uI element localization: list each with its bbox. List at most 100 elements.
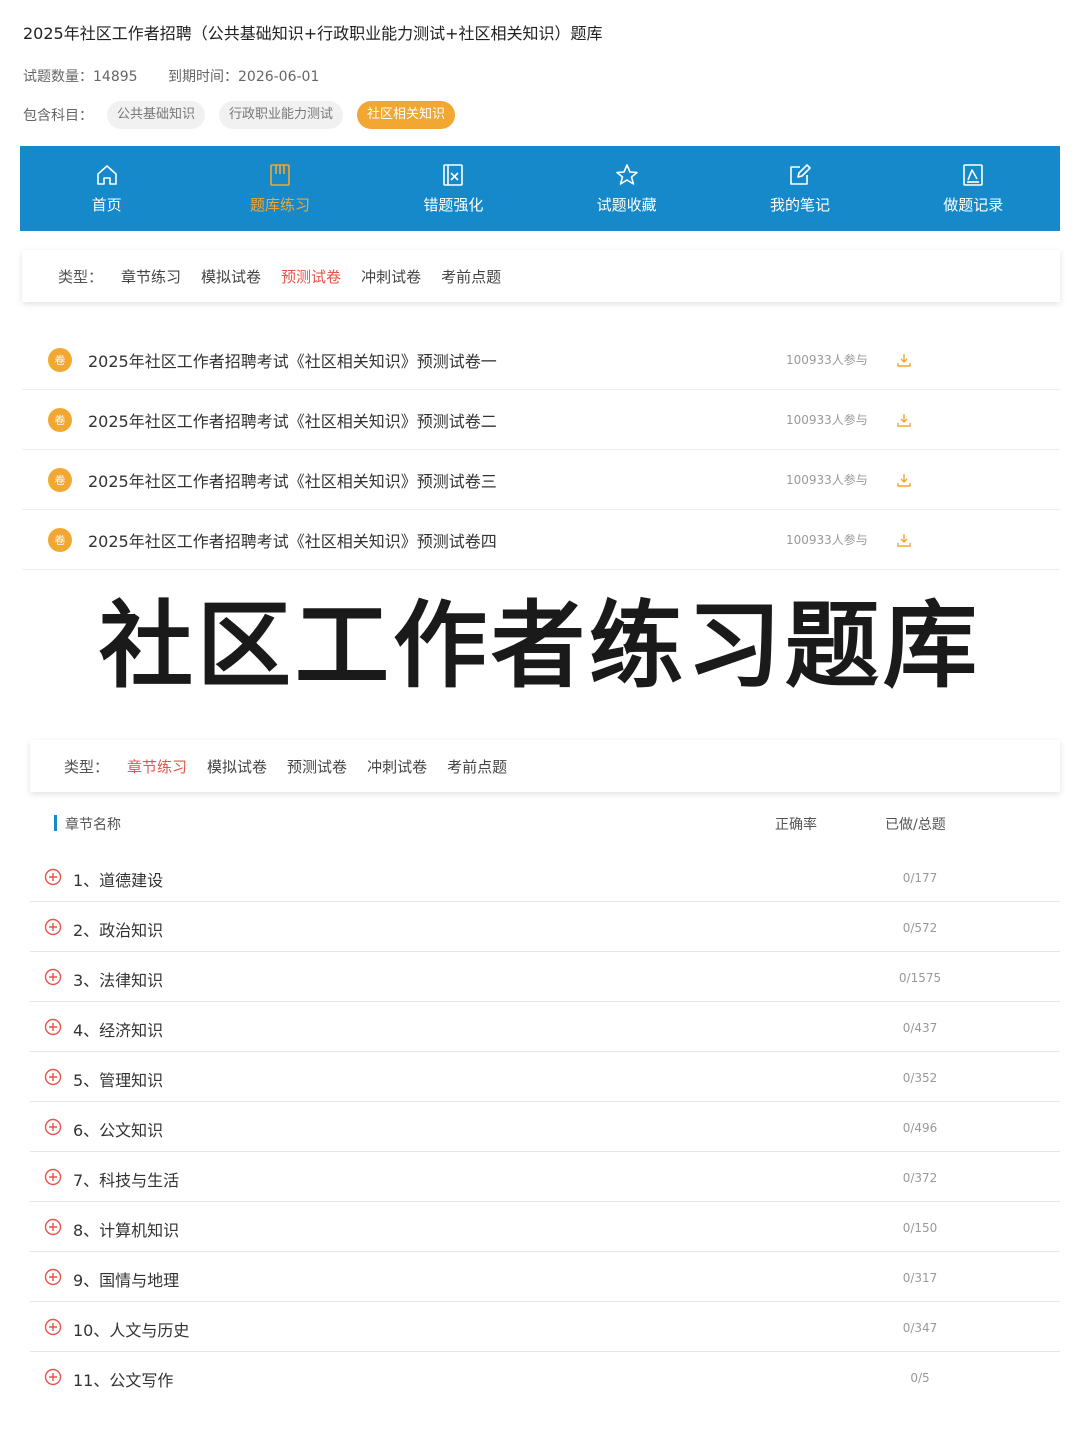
- expand-plus-icon[interactable]: [44, 1218, 62, 1236]
- filter-chapter-practice[interactable]: 章节练习: [127, 756, 187, 777]
- expand-plus-icon[interactable]: [44, 868, 62, 886]
- chapter-name[interactable]: 3、法律知识: [73, 967, 163, 991]
- list-item[interactable]: 卷 2025年社区工作者招聘考试《社区相关知识》预测试卷一 100933人参与: [22, 330, 1060, 390]
- expand-plus-icon[interactable]: [44, 1318, 62, 1336]
- filter-mock-exam[interactable]: 模拟试卷: [207, 756, 267, 777]
- participant-count: 100933人参与: [786, 473, 868, 487]
- table-row[interactable]: 6、公文知识 0/496: [30, 1102, 1060, 1152]
- chapter-progress: 0/372: [902, 1171, 938, 1185]
- table-row[interactable]: 4、经济知识 0/437: [30, 1002, 1060, 1052]
- paper-title[interactable]: 2025年社区工作者招聘考试《社区相关知识》预测试卷一: [88, 348, 497, 372]
- chapter-table-header: 章节名称 正确率 已做/总题: [30, 808, 1060, 838]
- list-item[interactable]: 卷 2025年社区工作者招聘考试《社区相关知识》预测试卷四 100933人参与: [22, 510, 1060, 570]
- book-icon: [270, 164, 290, 186]
- download-icon[interactable]: [896, 532, 912, 548]
- nav-wrong-questions-label: 错题强化: [423, 196, 484, 214]
- subject-chip-community-knowledge[interactable]: 社区相关知识: [357, 101, 456, 129]
- list-item[interactable]: 卷 2025年社区工作者招聘考试《社区相关知识》预测试卷二 100933人参与: [22, 390, 1060, 450]
- expand-plus-icon[interactable]: [44, 1068, 62, 1086]
- filter-key-points[interactable]: 考前点题: [441, 266, 501, 287]
- type-filter-top: 类型： 章节练习 模拟试卷 预测试卷 冲刺试卷 考前点题: [22, 250, 1060, 302]
- filter-mock-exam[interactable]: 模拟试卷: [201, 266, 261, 287]
- filter-key-points[interactable]: 考前点题: [447, 756, 507, 777]
- page-title: 2025年社区工作者招聘（公共基础知识+行政职业能力测试+社区相关知识）题库: [23, 24, 603, 43]
- paper-title[interactable]: 2025年社区工作者招聘考试《社区相关知识》预测试卷三: [88, 468, 497, 492]
- table-row[interactable]: 11、公文写作 0/5: [30, 1352, 1060, 1402]
- type-filter-label: 类型：: [58, 267, 104, 286]
- participant-count: 100933人参与: [786, 413, 868, 427]
- chapter-progress: 0/150: [902, 1221, 938, 1235]
- filter-sprint-exam[interactable]: 冲刺试卷: [367, 756, 427, 777]
- subjects-row: 包含科目： 公共基础知识 行政职业能力测试 社区相关知识: [23, 100, 456, 130]
- table-row[interactable]: 10、人文与历史 0/347: [30, 1302, 1060, 1352]
- type-filter-label: 类型：: [64, 757, 110, 776]
- chapter-name[interactable]: 2、政治知识: [73, 917, 163, 941]
- filter-predict-exam[interactable]: 预测试卷: [287, 756, 347, 777]
- paper-list: 卷 2025年社区工作者招聘考试《社区相关知识》预测试卷一 100933人参与 …: [22, 330, 1060, 570]
- table-row[interactable]: 8、计算机知识 0/150: [30, 1202, 1060, 1252]
- chapter-name[interactable]: 10、人文与历史: [73, 1317, 189, 1341]
- star-icon: [615, 164, 638, 185]
- bank-meta: 试题数量：14895 到期时间：2026-06-01: [23, 66, 345, 86]
- paper-title[interactable]: 2025年社区工作者招聘考试《社区相关知识》预测试卷四: [88, 528, 497, 552]
- chapter-name[interactable]: 4、经济知识: [73, 1017, 163, 1041]
- table-row[interactable]: 1、道德建设 0/177: [30, 852, 1060, 902]
- col-accuracy: 正确率: [775, 817, 817, 833]
- paper-badge: 卷: [48, 347, 72, 372]
- paper-badge: 卷: [48, 467, 72, 492]
- nav-favorites-label: 试题收藏: [596, 196, 657, 214]
- nav-home[interactable]: 首页: [20, 146, 193, 231]
- table-row[interactable]: 9、国情与地理 0/317: [30, 1252, 1060, 1302]
- chapter-name[interactable]: 11、公文写作: [73, 1367, 173, 1391]
- download-icon[interactable]: [896, 472, 912, 488]
- nav-records[interactable]: 做题记录: [887, 146, 1060, 231]
- chapter-progress: 0/5: [910, 1371, 930, 1385]
- expand-plus-icon[interactable]: [44, 1268, 62, 1286]
- participant-count: 100933人参与: [786, 533, 868, 547]
- nav-notes[interactable]: 我的笔记: [713, 146, 886, 231]
- download-icon[interactable]: [896, 412, 912, 428]
- expand-plus-icon[interactable]: [44, 968, 62, 986]
- chapter-progress: 0/1575: [898, 971, 942, 985]
- nav-question-bank[interactable]: 题库练习: [193, 146, 366, 231]
- nav-home-label: 首页: [91, 196, 122, 214]
- chapter-name[interactable]: 5、管理知识: [73, 1067, 163, 1091]
- filter-predict-exam[interactable]: 预测试卷: [281, 266, 341, 287]
- download-icon[interactable]: [896, 352, 912, 368]
- chapter-name[interactable]: 6、公文知识: [73, 1117, 163, 1141]
- chapter-name[interactable]: 1、道德建设: [73, 867, 163, 891]
- paper-title[interactable]: 2025年社区工作者招聘考试《社区相关知识》预测试卷二: [88, 408, 497, 432]
- nav-question-bank-label: 题库练习: [249, 196, 310, 214]
- table-row[interactable]: 7、科技与生活 0/372: [30, 1152, 1060, 1202]
- list-item[interactable]: 卷 2025年社区工作者招聘考试《社区相关知识》预测试卷三 100933人参与: [22, 450, 1060, 510]
- nav-notes-label: 我的笔记: [769, 196, 830, 214]
- expand-plus-icon[interactable]: [44, 1118, 62, 1136]
- filter-sprint-exam[interactable]: 冲刺试卷: [361, 266, 421, 287]
- chapter-progress: 0/572: [902, 921, 938, 935]
- table-row[interactable]: 3、法律知识 0/1575: [30, 952, 1060, 1002]
- expand-plus-icon[interactable]: [44, 918, 62, 936]
- subject-chip-public-basics[interactable]: 公共基础知识: [107, 101, 206, 129]
- nav-wrong-questions[interactable]: 错题强化: [367, 146, 540, 231]
- subjects-label: 包含科目：: [23, 108, 93, 124]
- question-count: 试题数量：14895: [23, 69, 138, 85]
- paper-badge: 卷: [48, 407, 72, 432]
- col-done-total: 已做/总题: [885, 817, 946, 833]
- table-row[interactable]: 2、政治知识 0/572: [30, 902, 1060, 952]
- chapter-name[interactable]: 8、计算机知识: [73, 1217, 179, 1241]
- filter-chapter-practice[interactable]: 章节练习: [121, 266, 181, 287]
- chapter-progress: 0/347: [902, 1321, 938, 1335]
- chapter-progress: 0/352: [902, 1071, 938, 1085]
- subject-chip-aptitude-test[interactable]: 行政职业能力测试: [219, 101, 344, 129]
- expand-plus-icon[interactable]: [44, 1018, 62, 1036]
- expand-plus-icon[interactable]: [44, 1168, 62, 1186]
- chapter-progress: 0/317: [902, 1271, 938, 1285]
- chapter-name[interactable]: 9、国情与地理: [73, 1267, 179, 1291]
- chapter-name[interactable]: 7、科技与生活: [73, 1167, 179, 1191]
- chapter-progress: 0/177: [902, 871, 938, 885]
- chapter-progress: 0/496: [902, 1121, 938, 1135]
- table-row[interactable]: 5、管理知识 0/352: [30, 1052, 1060, 1102]
- nav-favorites[interactable]: 试题收藏: [540, 146, 713, 231]
- header-accent-bar: [54, 815, 57, 831]
- expand-plus-icon[interactable]: [44, 1368, 62, 1386]
